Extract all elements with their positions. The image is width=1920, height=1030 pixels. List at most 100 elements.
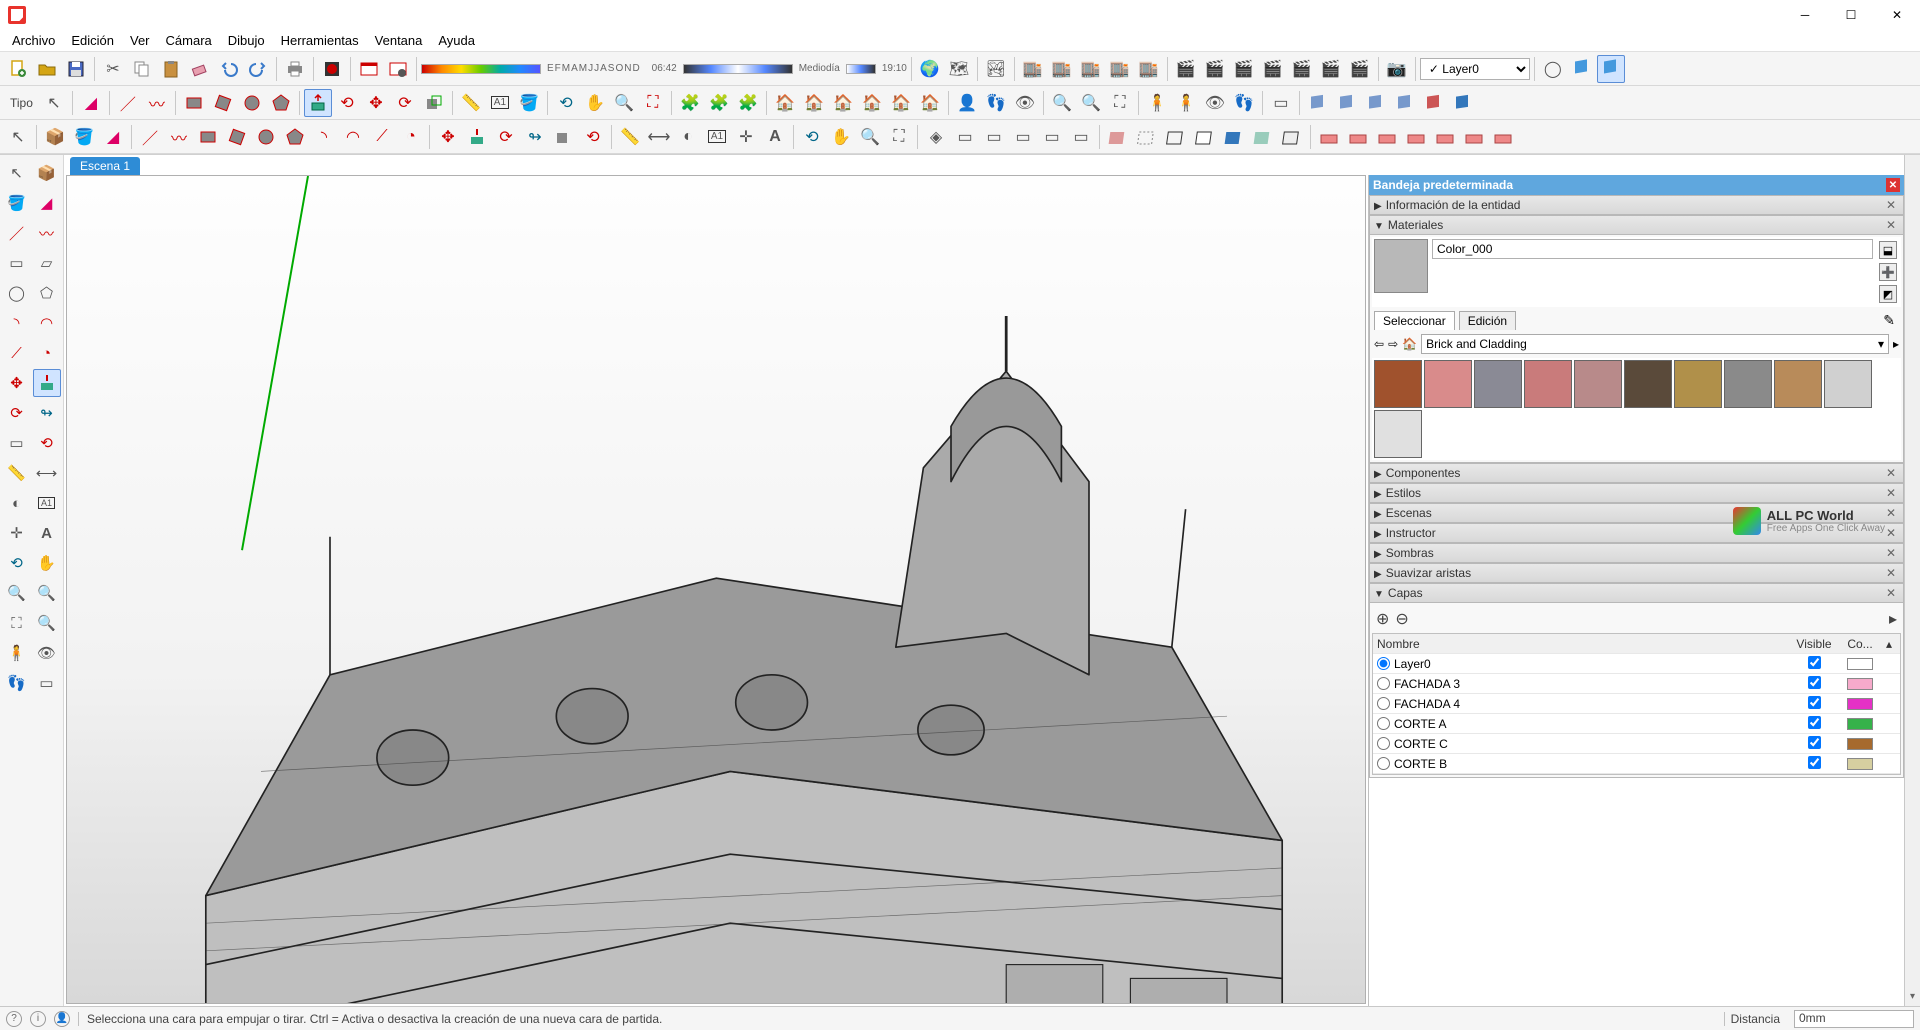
layer-active-radio[interactable] [1377,717,1390,730]
tape-2[interactable]: 📏 [616,123,644,151]
section-cut-tool[interactable]: 🏠 [829,89,857,117]
lt-3dtext[interactable]: A [33,519,61,547]
material-swatch[interactable] [1524,360,1572,408]
paint-tool[interactable]: 🪣 [515,89,543,117]
display-secondary-icon[interactable]: ⬓ [1879,241,1897,259]
layer-row[interactable]: CORTE B [1373,754,1900,774]
select-tool-2[interactable]: ↖ [4,123,32,151]
paste-button[interactable] [157,55,185,83]
view-right[interactable]: ▭ [1009,123,1037,151]
polygon-2[interactable] [281,123,309,151]
dynamic-component-options[interactable]: 🧩 [705,89,733,117]
layer-row[interactable]: CORTE C [1373,734,1900,754]
layer-visible-checkbox[interactable] [1808,676,1821,689]
layer-menu-icon[interactable]: ▸ [1889,609,1897,629]
layer-color-chip[interactable] [1847,658,1873,670]
lt-zoom[interactable]: 🔍 [3,579,31,607]
layer-visible-checkbox[interactable] [1808,656,1821,669]
lt-arc-3pt[interactable]: ⟋ [3,339,31,367]
shadow-date-control[interactable]: EFMAMJJASOND [421,63,641,74]
materials-back-icon[interactable]: ⇦ [1374,337,1384,351]
polygon-tool[interactable] [267,89,295,117]
animation-prev-scene[interactable]: 🎬 [1259,55,1287,83]
follow-me[interactable]: ↬ [521,123,549,151]
section-more2[interactable]: 🏠 [916,89,944,117]
menu-herramientas[interactable]: Herramientas [273,31,367,50]
photo-textures-button[interactable]: 🏞 [982,55,1010,83]
solid-tools-2[interactable] [1333,89,1361,117]
material-swatch[interactable] [1574,360,1622,408]
dynamic-component-interact[interactable]: 🧩 [676,89,704,117]
rect-2[interactable] [194,123,222,151]
lt-text[interactable]: A1 [33,489,61,517]
camera-walk-tool[interactable]: 👣 [982,89,1010,117]
lt-followme[interactable]: ↬ [33,399,61,427]
tape-tool[interactable]: 📏 [457,89,485,117]
panel-materials[interactable]: ▼Materiales ✕ [1369,215,1904,235]
move-2[interactable]: ✥ [434,123,462,151]
protractor-tool[interactable]: ◐ [674,123,702,151]
3d-text-tool[interactable]: A [761,123,789,151]
line-tool[interactable]: ／ [114,89,142,117]
save-button[interactable] [62,55,90,83]
menu-dibujo[interactable]: Dibujo [220,31,273,50]
material-swatch[interactable] [1724,360,1772,408]
lt-rotate[interactable]: ⟳ [3,399,31,427]
find-zoom-tool[interactable]: 🔍 [1048,89,1076,117]
lt-rect[interactable]: ▭ [3,249,31,277]
lt-rot-rect[interactable]: ▱ [33,249,61,277]
materials-home-icon[interactable]: 🏠 [1402,337,1417,351]
animation-play[interactable]: 🎬 [1317,55,1345,83]
section-more1[interactable]: 🏠 [887,89,915,117]
pan-tool[interactable]: ✋ [581,89,609,117]
material-swatch[interactable] [1674,360,1722,408]
arc-2pt[interactable]: ◠ [339,123,367,151]
lt-section[interactable]: ▭ [33,669,61,697]
pan-2[interactable]: ✋ [827,123,855,151]
lt-zoom-window[interactable]: 🔍 [33,579,61,607]
orbit-tool[interactable]: ⟲ [552,89,580,117]
lt-pushpull[interactable] [33,369,61,397]
zoom-2[interactable]: 🔍 [856,123,884,151]
erase-button[interactable] [186,55,214,83]
zoom-extents-2[interactable]: ⛶ [885,123,913,151]
extension-warehouse-button[interactable] [355,55,383,83]
animation-next-scene[interactable]: 🎬 [1288,55,1316,83]
layers-header-name[interactable]: Nombre [1377,637,1790,651]
view-iso[interactable]: ◈ [922,123,950,151]
components-close[interactable]: ✕ [1883,466,1899,480]
undo-button[interactable] [215,55,243,83]
layers-header-color[interactable]: Co... [1838,637,1882,651]
lt-pie[interactable]: ◔ [33,339,61,367]
menu-edicion[interactable]: Edición [63,31,122,50]
lt-paint[interactable]: 🪣 [3,189,31,217]
material-swatch[interactable] [1424,360,1472,408]
make-component[interactable]: 📦 [41,123,69,151]
rot-rect-2[interactable] [223,123,251,151]
camera-position-tool[interactable]: 👤 [953,89,981,117]
panel-soften[interactable]: ▶Suavizar aristas✕ [1369,563,1904,583]
layer-active-radio[interactable] [1377,757,1390,770]
menu-ver[interactable]: Ver [122,31,158,50]
menu-camara[interactable]: Cámara [158,31,220,50]
menu-archivo[interactable]: Archivo [4,31,63,50]
print-button[interactable] [281,55,309,83]
view-back[interactable]: ▭ [1038,123,1066,151]
window-maximize-button[interactable]: ☐ [1828,0,1874,30]
section-a[interactable]: ▭ [1267,89,1295,117]
rotate-tool[interactable]: ⟳ [391,89,419,117]
animation-delete-scene[interactable]: 🎬 [1230,55,1258,83]
shadow-time-control[interactable]: 06:42 Mediodía 19:10 [652,63,907,74]
open-file-button[interactable] [33,55,61,83]
scale-2[interactable] [550,123,578,151]
warehouse-share-button[interactable]: 🏬 [1048,55,1076,83]
lt-axes[interactable]: ✛ [3,519,31,547]
circle-tool[interactable] [238,89,266,117]
text-2[interactable]: A1 [703,123,731,151]
material-swatch[interactable] [1624,360,1672,408]
view-front[interactable]: ▭ [980,123,1008,151]
lt-component[interactable]: 📦 [33,159,61,187]
extension-manager-button[interactable] [384,55,412,83]
solid-tools-1[interactable] [1304,89,1332,117]
tray-close-icon[interactable]: ✕ [1886,178,1900,192]
